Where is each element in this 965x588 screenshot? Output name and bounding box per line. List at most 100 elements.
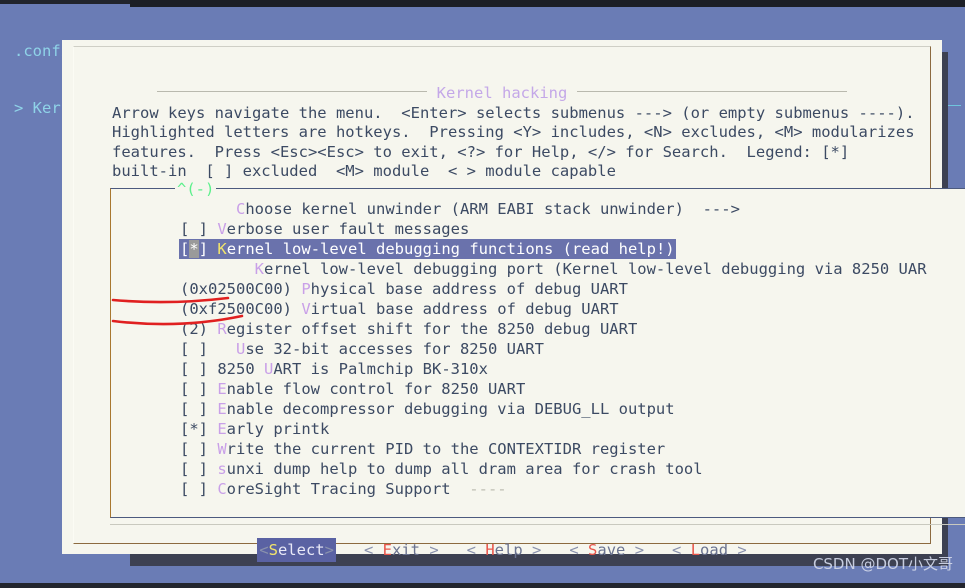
menu-item-prefix: (0xf2500C00): [180, 300, 302, 318]
menu-item-prefix: [ ]: [180, 400, 218, 418]
menu-item[interactable]: [ ] Use 32-bit accesses for 8250 UART: [180, 339, 927, 359]
menu-item[interactable]: (0xf2500C00) Virtual base address of deb…: [180, 299, 927, 319]
menu-item-label: arly printk: [226, 420, 330, 438]
menu-item-label: ernel low-level debugging functions (rea…: [226, 240, 675, 258]
button-bracket-open: <: [672, 541, 691, 559]
button-label: ave: [597, 541, 626, 559]
menu-item-label: se 32-bit accesses for 8250 UART: [245, 340, 544, 358]
desktop-bottom-strip: [0, 583, 965, 588]
menu-item-hotkey: E: [217, 400, 227, 418]
menu-item[interactable]: Kernel low-level debugging port (Kernel …: [180, 259, 927, 279]
button-hotkey: L: [690, 541, 701, 559]
menu-item-label: unxi dump help to dump all dram area for…: [226, 460, 703, 478]
menu-item-hotkey: C: [236, 200, 246, 218]
checkbox-cursor: *: [189, 240, 199, 258]
menu-item-label: nable flow control for 8250 UART: [226, 380, 526, 398]
menu-item-prefix: [ ]: [180, 340, 236, 358]
legend-line: Arrow keys navigate the menu. <Enter> se…: [112, 104, 915, 122]
menu-rows: Choose kernel unwinder (ARM EABI stack u…: [179, 199, 927, 499]
button-hotkey: H: [485, 541, 495, 559]
menu-item-hotkey: C: [217, 480, 227, 498]
menu-item[interactable]: (2) Register offset shift for the 8250 d…: [180, 319, 927, 339]
select-button[interactable]: <Select>: [257, 538, 336, 562]
menu-item-prefix: [ ] 8250: [180, 360, 264, 378]
load-button[interactable]: < Load >: [672, 539, 747, 561]
menu-item-prefix: [ ]: [180, 460, 218, 478]
menu-item[interactable]: [ ] sunxi dump help to dump all dram are…: [180, 459, 927, 479]
menu-item-hotkey: s: [217, 460, 227, 478]
kernel-hacking-dialog: Kernel hacking Arrow keys navigate the m…: [62, 40, 965, 569]
menu-item[interactable]: [ ] 8250 UART is Palmchip BK-310x: [180, 359, 927, 379]
menu-item-prefix: [: [180, 240, 190, 258]
button-bracket-close: >: [625, 541, 645, 559]
button-hotkey: E: [382, 541, 392, 559]
menu-item-hotkey: V: [301, 300, 311, 318]
menu-item-label: oreSight Tracing Support: [226, 480, 451, 498]
menu-item-prefix: (2): [180, 320, 218, 338]
legend-line: Highlighted letters are hotkeys. Pressin…: [112, 123, 915, 142]
menu-item-hotkey: W: [217, 440, 227, 458]
menu-item-label: egister offset shift for the 8250 debug …: [226, 320, 638, 338]
menu-item[interactable]: [ ] Verbose user fault messages: [180, 219, 927, 239]
dialog-bottom-rule: [73, 568, 931, 569]
save-button[interactable]: < Save >: [569, 539, 644, 561]
menu-item-hotkey: U: [236, 340, 246, 358]
menu-item[interactable]: [ ] Enable decompressor debugging via DE…: [180, 399, 927, 419]
menu-item-prefix: (0x02500C00): [180, 280, 302, 298]
button-hotkey: S: [268, 541, 278, 559]
menu-item-hotkey: E: [217, 420, 227, 438]
button-bracket-open: <: [466, 541, 486, 559]
menu-item-label: rite the current PID to the CONTEXTIDR r…: [226, 440, 666, 458]
menu-item-label: nable decompressor debugging via DEBUG_L…: [226, 400, 675, 418]
menu-item-hotkey: U: [264, 360, 274, 378]
menu-item-label: erbose user fault messages: [226, 220, 470, 238]
menu-item-prefix-tail: ]: [198, 240, 218, 258]
button-label: oad: [700, 541, 729, 559]
menu-item-label: hoose kernel unwinder (ARM EABI stack un…: [245, 200, 740, 218]
legend-help-text: Arrow keys navigate the menu. <Enter> se…: [112, 104, 965, 182]
button-label: elp: [494, 541, 523, 559]
menu-item-hotkey: K: [254, 260, 264, 278]
dialog-title-text: Kernel hacking: [436, 84, 568, 102]
menu-item-hotkey: K: [217, 240, 227, 258]
menu-item-hotkey: E: [217, 380, 227, 398]
button-bar: <Select> < Exit > < Help > < Save > < Load >: [62, 538, 942, 562]
menu-item[interactable]: [*] Early printk: [180, 419, 927, 439]
menu-item-prefix: [180, 200, 236, 218]
menu-item-prefix: [180, 260, 255, 278]
menu-item-label: hysical base address of debug UART: [310, 280, 628, 298]
menu-item-prefix: [ ]: [180, 440, 218, 458]
legend-line: built-in [ ] excluded <M> module < > mod…: [112, 162, 616, 181]
watermark: CSDN @DOT小文哥: [812, 555, 953, 573]
menu-item[interactable]: Choose kernel unwinder (ARM EABI stack u…: [180, 199, 927, 219]
menu-item-hotkey: P: [301, 280, 311, 298]
button-bracket-close: >: [728, 541, 747, 559]
button-label: xit: [391, 541, 420, 559]
menu-item[interactable]: (0x02500C00) Physical base address of de…: [180, 279, 927, 299]
help-button[interactable]: < Help >: [467, 539, 542, 561]
menu-item-prefix: [ ]: [180, 380, 218, 398]
menu-item-prefix: [ ]: [180, 220, 218, 238]
exit-button[interactable]: < Exit >: [364, 539, 439, 561]
menu-item[interactable]: [ ] Write the current PID to the CONTEXT…: [180, 439, 927, 459]
menu-item-selected[interactable]: [*] Kernel low-level debugging functions…: [179, 239, 676, 259]
menu-item-hotkey: R: [217, 320, 227, 338]
button-bracket-open: <: [363, 541, 383, 559]
button-bracket-open: <: [259, 541, 269, 559]
button-separator: [110, 524, 965, 525]
menu-item-label: irtual base address of debug UART: [310, 300, 619, 318]
button-bracket-open: <: [569, 541, 589, 559]
menu-item[interactable]: [ ] CoreSight Tracing Support ----: [180, 479, 927, 499]
menu-item-label: ART is Palmchip BK-310x: [273, 360, 488, 378]
button-label: elect: [277, 541, 325, 559]
button-hotkey: S: [588, 541, 598, 559]
screen: .config - Linux/arm 5.4.61 Kernel Config…: [0, 0, 965, 588]
dialog-title: Kernel hacking: [62, 84, 942, 102]
menu-item-prefix: [ ]: [180, 480, 218, 498]
menu-item-hotkey: V: [217, 220, 227, 238]
menu-item[interactable]: [ ] Enable flow control for 8250 UART: [180, 379, 927, 399]
menu-item-trailing-dashes: ----: [450, 480, 507, 498]
button-bracket-close: >: [324, 541, 334, 559]
menu-item-label: ernel low-level debugging port (Kernel l…: [264, 260, 927, 278]
menu-item-prefix: [*]: [180, 420, 218, 438]
